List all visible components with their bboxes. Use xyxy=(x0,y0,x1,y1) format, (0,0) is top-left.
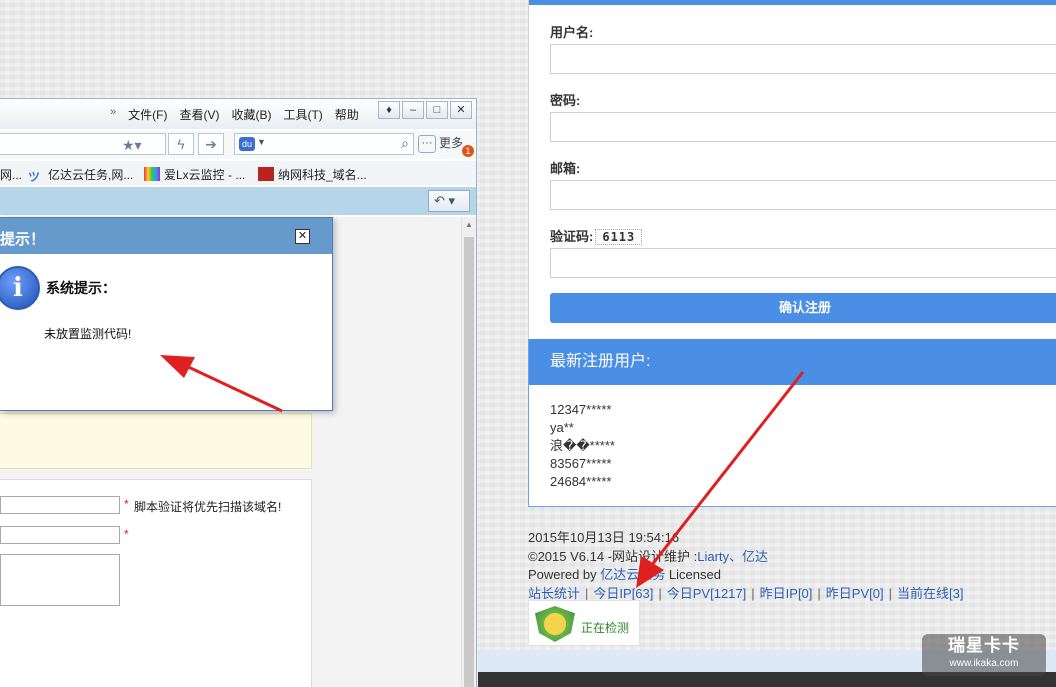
list-item: 12347***** xyxy=(550,402,612,417)
stats-link-today-pv[interactable]: 今日PV[1217] xyxy=(667,585,747,604)
more-label: 更多 xyxy=(439,136,464,150)
security-check-badge[interactable]: 正在检测 xyxy=(528,600,640,646)
watermark-brand: 瑞星卡卡 xyxy=(948,636,1020,655)
stats-link-yesterday-pv[interactable]: 昨日PV[0] xyxy=(826,585,884,604)
info-icon: i xyxy=(0,266,40,310)
scroll-up-icon[interactable]: ▲ xyxy=(465,220,473,229)
tab-bar: ↶ ▾ xyxy=(0,187,476,215)
skin-icon[interactable]: ♦ xyxy=(378,101,400,119)
search-input[interactable]: du ▼ ⌕ xyxy=(234,133,414,155)
footer: 2015年10月13日 19:54:16 ©2015 V6.14 -网站设计维护… xyxy=(528,529,963,603)
username-label: 用户名: xyxy=(550,25,594,40)
watermark-url: www.ikaka.com xyxy=(949,658,1019,669)
more-button[interactable]: ··· 更多 1 xyxy=(418,134,474,157)
browser-titlebar: » 文件(F) 查看(V) 收藏(B) 工具(T) 帮助 ♦ – □ ✕ xyxy=(0,99,476,129)
menu-bar: » 文件(F) 查看(V) 收藏(B) 工具(T) 帮助 xyxy=(110,106,359,123)
favorite-link[interactable]: 纳网科技_域名... xyxy=(258,166,367,183)
captcha-label: 验证码: xyxy=(550,229,594,244)
email-label: 邮箱: xyxy=(550,161,581,176)
address-bar: ★▾ ϟ ➔ du ▼ ⌕ ··· 更多 1 xyxy=(0,131,476,159)
favorites-bar: 网... ツ亿达云任务,网... 爱Lx云监控 - ... 纳网科技_域名... xyxy=(0,161,476,185)
name-field[interactable] xyxy=(0,526,120,544)
email-input[interactable] xyxy=(550,180,1056,210)
footer-powered: Powered by 亿达云任务 Licensed xyxy=(528,567,721,582)
footer-datetime: 2015年10月13日 19:54:16 xyxy=(528,530,680,545)
latest-users-title: 最新注册用户: xyxy=(529,339,1056,385)
bookmark-star-icon[interactable]: ★▾ xyxy=(122,137,142,154)
list-item: 83567***** xyxy=(550,456,612,471)
description-textarea[interactable] xyxy=(0,554,120,606)
panel-accent-bar xyxy=(529,0,1056,5)
designer-link[interactable]: Liarty、亿达 xyxy=(697,549,768,564)
close-icon[interactable]: ✕ xyxy=(295,229,310,244)
captcha-input[interactable] xyxy=(550,248,1056,278)
powered-link[interactable]: 亿达云任务 xyxy=(600,567,665,582)
domain-field[interactable] xyxy=(0,496,120,514)
password-input[interactable] xyxy=(550,112,1056,142)
favorite-link[interactable]: 爱Lx云监控 - ... xyxy=(144,166,245,183)
naw-logo-icon xyxy=(258,167,274,181)
minimize-icon[interactable]: – xyxy=(402,101,424,119)
register-button[interactable]: 确认注册 xyxy=(550,293,1056,323)
browser-window: » 文件(F) 查看(V) 收藏(B) 工具(T) 帮助 ♦ – □ ✕ ★▾ … xyxy=(0,98,477,687)
close-window-icon[interactable]: ✕ xyxy=(450,101,472,119)
url-input[interactable]: ★▾ xyxy=(0,133,166,155)
dialog-header: 提示！ ✕ xyxy=(0,218,332,254)
dialog-message: 未放置监测代码! xyxy=(44,327,132,341)
password-label: 密码: xyxy=(550,93,581,108)
dialog-heading: 系统提示： xyxy=(46,280,116,296)
go-arrow-icon[interactable]: ➔ xyxy=(198,133,224,155)
menu-help[interactable]: 帮助 xyxy=(335,106,359,123)
monitor-form: * 脚本验证将优先扫描该域名! * xyxy=(0,479,312,687)
watermark: 瑞星卡卡 www.ikaka.com xyxy=(922,634,1046,676)
stats-link-yesterday-ip[interactable]: 昨日IP[0] xyxy=(760,585,813,604)
domain-note: 脚本验证将优先扫描该域名! xyxy=(134,500,282,514)
checking-label: 正在检测 xyxy=(581,621,630,635)
menu-tools[interactable]: 工具(T) xyxy=(283,106,322,123)
dialog-title: 提示！ xyxy=(0,231,46,248)
username-input[interactable] xyxy=(550,44,1056,74)
yida-logo-icon: ツ xyxy=(28,170,41,184)
chevron-down-icon[interactable]: ▼ xyxy=(257,137,266,147)
latest-users-list: 12347***** ya** 浪��***** 83567***** 2468… xyxy=(550,401,615,491)
stats-link-online[interactable]: 当前在线[3] xyxy=(897,585,963,604)
search-icon[interactable]: ⌕ xyxy=(401,135,409,152)
list-item: 浪��***** xyxy=(550,438,615,453)
window-controls: ♦ – □ ✕ xyxy=(376,101,472,119)
menu-file[interactable]: 文件(F) xyxy=(128,106,167,123)
menu-view[interactable]: 查看(V) xyxy=(179,106,219,123)
shield-icon xyxy=(535,606,575,642)
favorite-link[interactable]: 网... xyxy=(0,166,22,183)
search-engine-icon[interactable]: du xyxy=(239,137,255,151)
rainbow-bars-icon xyxy=(144,167,160,181)
page-content: ▲ * 脚本验证将优先扫描该域名! * 提示！ ✕ i 系统提示： 未放置监测代… xyxy=(0,217,476,687)
list-item: 24684***** xyxy=(550,474,612,489)
notice-box xyxy=(0,413,312,469)
notification-badge: 1 xyxy=(462,145,474,157)
captcha-row: 验证码: 6113 xyxy=(550,226,643,245)
latest-users-panel: 最新注册用户: 12347***** ya** 浪��***** 83567**… xyxy=(528,339,1056,507)
menu-overflow-icon[interactable]: » xyxy=(110,106,116,123)
menu-favorites[interactable]: 收藏(B) xyxy=(231,106,271,123)
captcha-image[interactable]: 6113 xyxy=(595,229,643,245)
footer-copyright: ©2015 V6.14 -网站设计维护 :Liarty、亿达 xyxy=(528,548,769,564)
list-item: ya** xyxy=(550,420,574,435)
favorite-link[interactable]: ツ亿达云任务,网... xyxy=(28,166,133,184)
maximize-icon[interactable]: □ xyxy=(426,101,448,119)
undo-close-button[interactable]: ↶ ▾ xyxy=(428,190,470,212)
register-panel: 用户名: 密码: 邮箱: 验证码: 6113 确认注册 xyxy=(528,0,1056,339)
more-dots-icon: ··· xyxy=(418,134,436,153)
system-dialog: 提示！ ✕ i 系统提示： 未放置监测代码! xyxy=(0,217,333,411)
scrollbar[interactable]: ▲ xyxy=(461,217,476,687)
required-mark: * xyxy=(124,527,129,541)
required-mark: * xyxy=(124,497,129,511)
lightning-icon[interactable]: ϟ xyxy=(168,133,194,155)
scroll-thumb[interactable] xyxy=(464,237,474,687)
